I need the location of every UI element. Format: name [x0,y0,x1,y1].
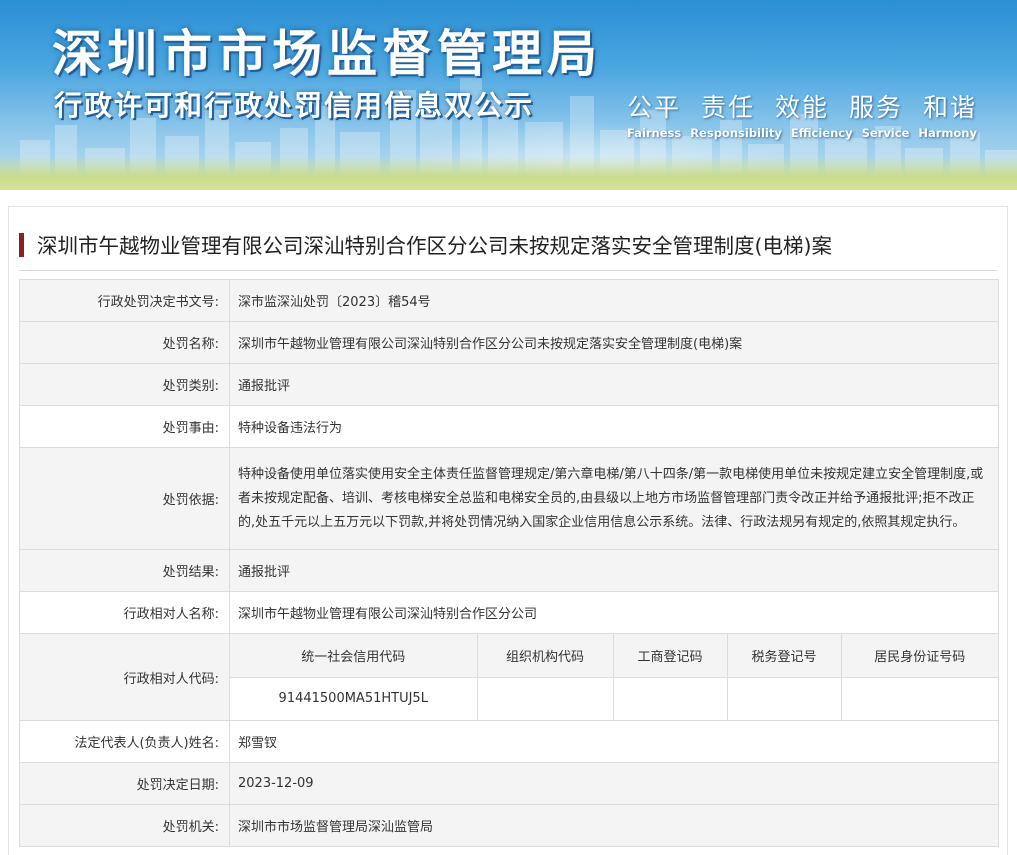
header-credit-code: 统一社会信用代码 [230,634,478,678]
value-penalty-reason: 特种设备违法行为 [229,405,999,448]
label-penalty-name: 处罚名称: [19,321,230,364]
banner-ground [0,156,1017,190]
value-fairness-zh: 公平 [627,93,682,122]
header-org-code: 组织机构代码 [476,634,614,678]
label-penalty-basis: 处罚依据: [19,447,230,550]
row-penalty-basis: 处罚依据: 特种设备使用单位落实使用安全主体责任监督管理规定/第六章电梯/第八十… [19,447,999,550]
label-penalty-category: 处罚类别: [19,363,230,406]
core-values: 公平 责任 效能 服务 和谐 Fairness Responsibility E… [627,88,977,140]
value-tax-reg-no [726,676,842,720]
row-party-code: 行政相对人代码: 统一社会信用代码 组织机构代码 工商登记码 税务登记号 居民身… [19,633,999,721]
row-decision-date: 处罚决定日期: 2023-12-09 [19,762,999,805]
label-party-code: 行政相对人代码: [19,633,230,721]
value-legal-rep: 郑雪钗 [229,720,999,763]
row-penalty-result: 处罚结果: 通报批评 [19,549,999,592]
value-harmony-zh: 和谐 [922,93,977,122]
row-authority: 处罚机关: 深圳市市场监督管理局深汕监管局 [19,804,999,847]
row-legal-rep: 法定代表人(负责人)姓名: 郑雪钗 [19,720,999,763]
value-penalty-name: 深圳市午越物业管理有限公司深汕特别合作区分公司未按规定落实安全管理制度(电梯)案 [229,321,999,364]
value-responsibility-en: Responsibility [690,126,782,140]
value-service-en: Service [861,126,910,140]
value-authority: 深圳市市场监督管理局深汕监管局 [229,804,999,847]
value-responsibility-zh: 责任 [700,93,755,122]
header-business-reg-code: 工商登记码 [612,634,728,678]
value-efficiency-zh: 效能 [774,93,829,122]
value-id-card-no [840,676,998,720]
value-decision-date: 2023-12-09 [229,762,999,805]
party-code-table: 统一社会信用代码 组织机构代码 工商登记码 税务登记号 居民身份证号码 9144… [230,634,998,720]
value-service-zh: 服务 [848,93,903,122]
row-doc-no: 行政处罚决定书文号: 深市监深汕处罚〔2023〕稽54号 [19,279,999,322]
value-credit-code: 91441500MA51HTUJ5L [230,676,478,720]
banner-subtitle: 行政许可和行政处罚信用信息双公示 [54,89,535,122]
header-id-card-no: 居民身份证号码 [840,634,998,678]
value-fairness-en: Fairness [627,126,682,140]
label-penalty-reason: 处罚事由: [19,405,230,448]
label-party-name: 行政相对人名称: [19,591,230,634]
value-business-reg-code [612,676,728,720]
value-penalty-basis: 特种设备使用单位落实使用安全主体责任监督管理规定/第六章电梯/第八十四条/第一款… [229,447,999,550]
value-org-code [476,676,614,720]
value-efficiency-en: Efficiency [790,126,853,140]
row-penalty-reason: 处罚事由: 特种设备违法行为 [19,405,999,448]
value-party-name: 深圳市午越物业管理有限公司深汕特别合作区分公司 [229,591,999,634]
row-penalty-category: 处罚类别: 通报批评 [19,363,999,406]
value-penalty-category: 通报批评 [229,363,999,406]
value-doc-no: 深市监深汕处罚〔2023〕稽54号 [229,279,999,322]
case-title: 深圳市午越物业管理有限公司深汕特别合作区分公司未按规定落实安全管理制度(电梯)案 [37,234,832,258]
header-tax-reg-no: 税务登记号 [726,634,842,678]
row-party-name: 行政相对人名称: 深圳市午越物业管理有限公司深汕特别合作区分公司 [19,591,999,634]
header-banner: 深圳市市场监督管理局 行政许可和行政处罚信用信息双公示 公平 责任 效能 服务 … [0,0,1017,190]
title-accent-bar [19,233,24,257]
label-doc-no: 行政处罚决定书文号: [19,279,230,322]
party-code-cell: 统一社会信用代码 组织机构代码 工商登记码 税务登记号 居民身份证号码 9144… [229,633,999,721]
code-value-row: 91441500MA51HTUJ5L [230,676,998,720]
row-penalty-name: 处罚名称: 深圳市午越物业管理有限公司深汕特别合作区分公司未按规定落实安全管理制… [19,321,999,364]
label-legal-rep: 法定代表人(负责人)姓名: [19,720,230,763]
content-panel: 深圳市午越物业管理有限公司深汕特别合作区分公司未按规定落实安全管理制度(电梯)案… [8,206,1008,855]
code-header-row: 统一社会信用代码 组织机构代码 工商登记码 税务登记号 居民身份证号码 [230,634,998,678]
label-decision-date: 处罚决定日期: [19,762,230,805]
penalty-info-table: 行政处罚决定书文号: 深市监深汕处罚〔2023〕稽54号 处罚名称: 深圳市午越… [19,279,999,847]
label-penalty-result: 处罚结果: [19,549,230,592]
banner-title: 深圳市市场监督管理局 [52,25,602,83]
label-authority: 处罚机关: [19,804,230,847]
case-title-bar: 深圳市午越物业管理有限公司深汕特别合作区分公司未按规定落实安全管理制度(电梯)案 [19,229,997,271]
value-harmony-en: Harmony [918,126,977,140]
value-penalty-result: 通报批评 [229,549,999,592]
